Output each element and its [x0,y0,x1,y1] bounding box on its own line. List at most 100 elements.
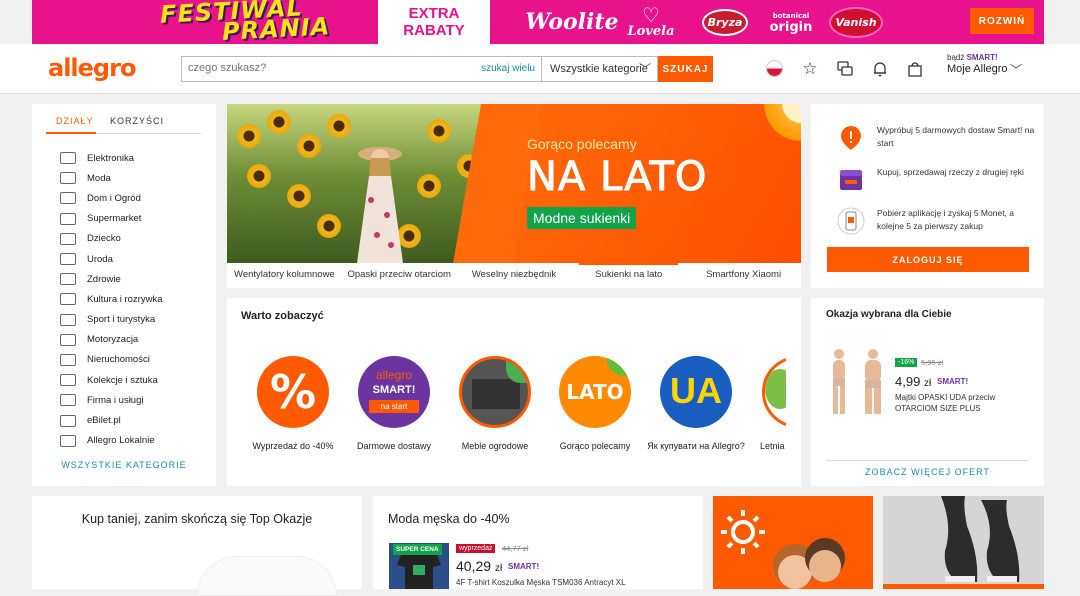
orange-fruit-icon [761,104,801,150]
sidebar-item-moda[interactable]: Moda [60,168,210,188]
sidebar-item-allegro-lokalnie[interactable]: Allegro Lokalnie [60,431,210,451]
login-button[interactable]: ZALOGUJ SIĘ [827,247,1029,272]
mens-fashion-section: Moda męska do -40% SUPER CENA wyprzedaż … [373,496,703,589]
hero-link[interactable]: Weselny niezbędnik [457,263,572,288]
brand-bryza-logo: Bryza [700,0,750,44]
chat-icon[interactable] [835,59,855,79]
lato-icon: LATO [559,356,631,428]
sidebar-item-dziecko[interactable]: Dziecko [60,229,210,249]
benefit-smart-row[interactable]: Wypróbuj 5 darmowych dostaw Smart! na st… [837,124,1037,152]
sidebar-item-label: Allegro Lokalnie [87,435,155,447]
hero-tag[interactable]: Modne sukienki [527,207,637,229]
sidebar-item-kolekcje[interactable]: Kolekcje i sztuka [60,370,210,390]
sidebar-item-motoryzacja[interactable]: Motoryzacja [60,330,210,350]
recommend-item-furniture[interactable]: Meble ogrodowe [445,356,545,453]
tab-dzialy[interactable]: DZIAŁY [46,116,96,134]
summer-promo-tile[interactable] [713,496,873,589]
sidebar-item-label: Zdrowie [87,273,121,285]
tab-korzysci[interactable]: KORZYŚCI [110,116,164,126]
sidebar-item-label: Motoryzacja [87,334,139,346]
sidebar-item-dom-i-ogrod[interactable]: Dom i Ogród [60,188,210,208]
smart-word2: SMART! [372,384,416,396]
lato-word: LATO [566,380,624,404]
brand-lovela-logo: ♡ Lovela [619,0,683,44]
recommend-item-letnia[interactable]: Letnia [729,356,786,453]
hero-link[interactable]: Smartfony Xiaomi [686,263,801,288]
promo-extra-rabaty: EXTRA RABATY [378,0,490,44]
sidebar-item-sport[interactable]: Sport i turystyka [60,310,210,330]
search-many-link[interactable]: szukaj wielu [481,63,535,74]
recommend-label: Meble ogrodowe [461,441,529,451]
sidebar-item-zdrowie[interactable]: Zdrowie [60,269,210,289]
smart-icon: allegro SMART! na start [358,356,430,428]
all-categories-link[interactable]: WSZYSTKIE KATEGORIE [32,460,216,470]
section-title: Moda męska do -40% [388,512,510,526]
recommended-section: Warto zobaczyć % Wyprzedaż do -40% alleg… [227,298,801,486]
smart-badge: SMART! [508,562,540,571]
hero-subtitle: Gorąco polecamy [527,136,637,152]
account-chevron-down-icon[interactable]: ﹀ [1010,61,1022,78]
sidebar-item-label: Elektronika [87,152,134,164]
sidebar-item-ebilet[interactable]: eBilet.pl [60,410,210,430]
sidebar-item-nieruchomosci[interactable]: Nieruchomości [60,350,210,370]
poland-flag-icon[interactable] [766,60,783,77]
phone-app-icon [837,207,865,235]
discount-badge: -16% [895,358,918,367]
recommend-item-smart[interactable]: allegro SMART! na start Darmowe dostawy [344,356,444,453]
sidebar-item-label: Dom i Ogród [87,192,141,204]
recommend-item-sale[interactable]: % Wyprzedaż do -40% [243,356,343,453]
recommend-label: Letnia [760,441,785,451]
sidebar-item-label: Moda [87,172,111,184]
sidebar-item-firma[interactable]: Firma i usługi [60,390,210,410]
bell-icon[interactable] [870,59,890,79]
recommend-item-summer[interactable]: LATO Gorąco polecamy [545,356,645,453]
cart-icon[interactable] [905,59,925,79]
hero-link[interactable]: Opaski przeciw otarciom [342,263,457,288]
smart-badge: SMART! [937,377,969,386]
lipstick-icon [60,253,76,266]
promo-expand-button[interactable]: ROZWIŃ [970,8,1034,34]
price-main: 4,99 [895,374,921,389]
search-button[interactable]: SZUKAJ [658,56,713,82]
account-menu[interactable]: Moje Allegro [947,63,1008,75]
hero-link-active[interactable]: Sukienki na lato [571,263,686,288]
search-input[interactable] [188,62,468,74]
sidebar-item-label: Sport i turystyka [87,314,156,326]
sidebar-item-kultura[interactable]: Kultura i rozrywka [60,289,210,309]
section-title: Kup taniej, zanim skończą się Top Okazje [81,512,313,526]
woman-figure [357,147,403,263]
sun-people-image [721,510,845,589]
product-price: 40,29 zł [456,558,502,574]
shoes-promo-tile[interactable] [883,496,1044,589]
star-icon[interactable]: ☆ [800,59,820,79]
top-deals-product-image[interactable] [197,556,337,596]
product-name[interactable]: 4F T-shirt Koszulka Męska TSM036 Antracy… [456,578,626,587]
benefit-app-row[interactable]: Pobierz aplikację i zyskaj 5 Monet, a ko… [837,207,1037,235]
sidebar-item-uroda[interactable]: Uroda [60,249,210,269]
price-main: 40,29 [456,558,492,574]
deal-title: Okazja wybrana dla Ciebie [826,309,952,320]
deal-product-name[interactable]: Majtki OPASKI UDA przeciw OTARCIOM SIZE … [895,392,1035,414]
smart-promo[interactable]: bądź SMART! [947,53,998,62]
hero-link[interactable]: Wentylatory kolumnowe [227,263,342,288]
logo-text: allegro [48,54,136,82]
old-price: 44,77 zł [502,544,529,553]
recommend-label: Darmowe dostawy [356,441,432,451]
ball-icon [60,313,76,326]
sidebar-item-elektronika[interactable]: Elektronika [60,148,210,168]
sidebar-item-supermarket[interactable]: Supermarket [60,209,210,229]
smart-word1: allegro [375,368,413,382]
deal-panel[interactable]: Okazja wybrana dla Ciebie -16% 5,95 zł 4… [811,298,1044,486]
shop-icon [60,434,76,447]
benefit-secondhand-row[interactable]: Kupuj, sprzedawaj rzeczy z drugiej ręki [837,166,1037,194]
price-currency: zł [494,563,503,574]
recommend-label: Gorąco polecamy [559,441,631,451]
allegro-logo[interactable]: allegro [48,54,136,82]
see-more-offers-link[interactable]: ZOBACZ WIĘCEJ OFERT [826,460,1029,477]
category-select[interactable]: Wszystkie kategorie ﹀ [541,56,658,82]
promo-banner[interactable]: FESTIWAL PRANIA EXTRA RABATY Woolite ♡ L… [32,0,1044,44]
sidebar-item-label: Firma i usługi [87,394,144,406]
sneakers-image [941,496,1020,582]
hero-banner[interactable]: Gorąco polecamy NA LATO Modne sukienki W… [227,104,801,288]
benefit-text: Pobierz aplikację i zyskaj 5 Monet, a ko… [877,208,1015,231]
